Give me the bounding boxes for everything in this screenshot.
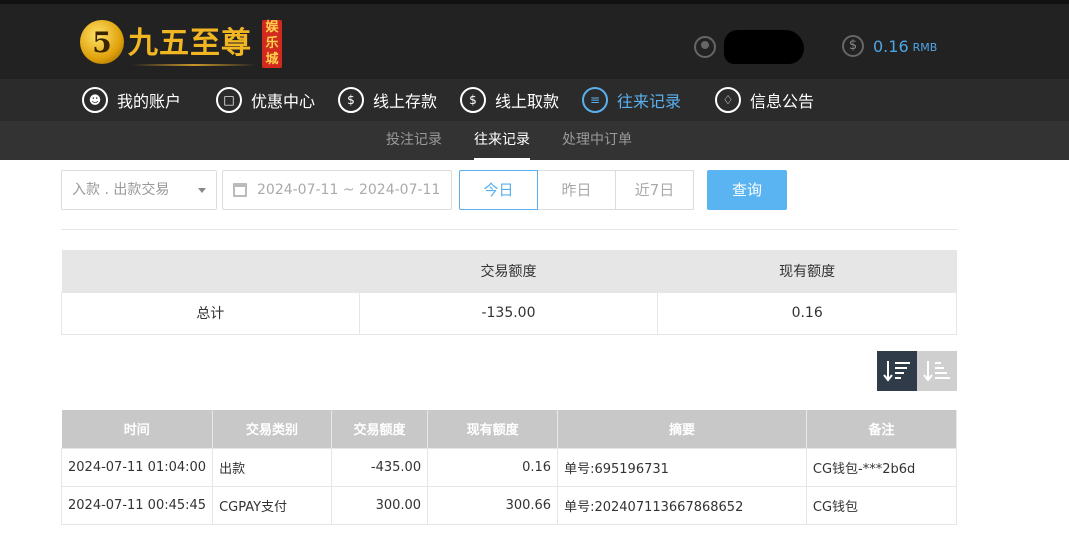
cell-amount: -435.00 (330, 447, 429, 487)
cell-remark: CG钱包 (805, 485, 958, 525)
nav-label: 优惠中心 (251, 92, 316, 111)
summary-header: 现有额度 (657, 250, 957, 292)
col-balance: 现有额度 (427, 410, 559, 448)
withdraw-icon: $ (460, 87, 486, 113)
table-row: 2024-07-11 01:04:00 出款 -435.00 0.16 单号:6… (60, 447, 958, 487)
query-button[interactable]: 查询 (707, 170, 787, 210)
col-type: 交易类别 (212, 410, 332, 448)
sort-descending-button[interactable] (877, 351, 917, 391)
site-logo[interactable]: 5 九五至尊 娱乐城 (80, 16, 290, 72)
logo-ornament (132, 64, 256, 66)
sort-ascending-button[interactable] (917, 351, 957, 391)
record-icon: ≡ (582, 87, 608, 113)
balance-value: 0.16 (873, 36, 909, 56)
nav-my-account[interactable]: ☻ 我的账户 (82, 79, 181, 121)
user-info[interactable] (694, 30, 804, 64)
nav-withdraw[interactable]: $ 线上取款 (460, 79, 559, 121)
cell-time: 2024-07-11 01:04:00 (60, 447, 214, 487)
summary-transaction-amount: -135.00 (358, 291, 659, 335)
cell-type: CGPAY支付 (212, 485, 332, 525)
gift-icon: □ (216, 87, 242, 113)
cell-summary: 单号:695196731 (557, 447, 807, 487)
cell-balance: 300.66 (427, 485, 559, 525)
cell-remark: CG钱包-***2b6d (805, 447, 958, 487)
cell-time: 2024-07-11 00:45:45 (60, 485, 214, 525)
quick-yesterday-button[interactable]: 昨日 (537, 170, 616, 210)
nav-label: 往来记录 (617, 92, 682, 111)
date-range-input[interactable]: 2024-07-11 ~ 2024-07-11 (222, 170, 452, 210)
col-remark: 备注 (806, 410, 958, 448)
summary-header (61, 250, 360, 292)
nav-label: 线上取款 (495, 92, 560, 111)
bell-icon: ♢ (715, 87, 741, 113)
col-time: 时间 (61, 410, 214, 448)
nav-label: 我的账户 (117, 92, 182, 111)
tab-transaction-records[interactable]: 往来记录 (474, 121, 530, 160)
summary-total-row: 总计 -135.00 0.16 (61, 291, 957, 335)
quick-date-group: 今日 昨日 近7日 (459, 170, 694, 210)
sort-controls (877, 351, 957, 391)
sort-asc-icon (923, 361, 950, 382)
main-nav: ☻ 我的账户 □ 优惠中心 $ 线上存款 $ 线上取款 ≡ 往来记录 ♢ 信息公… (0, 79, 1069, 121)
logo-badge: 娱乐城 (262, 20, 282, 68)
balance-display: $ 0.16 RMB (842, 35, 937, 57)
logo-text: 九五至尊 (128, 26, 252, 61)
balance-unit: RMB (912, 41, 938, 54)
summary-table: 交易额度 现有额度 总计 -135.00 0.16 (61, 250, 957, 335)
deposit-icon: $ (338, 87, 364, 113)
sort-desc-icon (883, 361, 910, 382)
user-icon: ☻ (82, 87, 108, 113)
col-summary: 摘要 (557, 410, 807, 448)
nav-label: 信息公告 (750, 92, 815, 111)
date-range-value: 2024-07-11 ~ 2024-07-11 (257, 182, 441, 198)
summary-header: 交易额度 (359, 250, 658, 292)
redacted-username (724, 30, 804, 64)
top-header: 5 九五至尊 娱乐城 $ 0.16 RMB (0, 0, 1069, 79)
nav-records[interactable]: ≡ 往来记录 (582, 79, 681, 121)
records-header-row: 时间 交易类别 交易额度 现有额度 摘要 备注 (61, 410, 958, 448)
quick-last7days-button[interactable]: 近7日 (615, 170, 694, 210)
cell-summary: 单号:202407113667868652 (557, 485, 807, 525)
logo-emblem-icon: 5 (80, 20, 124, 64)
tab-bet-records[interactable]: 投注记录 (386, 121, 442, 160)
sub-nav: 投注记录 往来记录 处理中订单 (0, 121, 1069, 160)
nav-deposit[interactable]: $ 线上存款 (338, 79, 437, 121)
summary-header-row: 交易额度 现有额度 (61, 250, 957, 292)
nav-label: 线上存款 (373, 92, 438, 111)
quick-today-button[interactable]: 今日 (459, 170, 538, 210)
cell-type: 出款 (212, 447, 332, 487)
col-amount: 交易额度 (331, 410, 429, 448)
records-table: 时间 交易类别 交易额度 现有额度 摘要 备注 2024-07-11 01:04… (60, 410, 958, 525)
calendar-icon (233, 183, 247, 197)
cell-balance: 0.16 (427, 447, 559, 487)
nav-announcements[interactable]: ♢ 信息公告 (715, 79, 814, 121)
dollar-icon: $ (842, 35, 864, 57)
summary-current-balance: 0.16 (657, 291, 957, 335)
transaction-type-select[interactable]: 入款 . 出款交易 (61, 170, 217, 210)
section-divider (61, 229, 957, 230)
tab-pending-orders[interactable]: 处理中订单 (562, 121, 632, 160)
summary-total-label: 总计 (61, 291, 360, 335)
nav-promotions[interactable]: □ 优惠中心 (216, 79, 315, 121)
table-row: 2024-07-11 00:45:45 CGPAY支付 300.00 300.6… (60, 485, 958, 525)
cell-amount: 300.00 (330, 485, 429, 525)
user-avatar-icon (694, 36, 716, 58)
